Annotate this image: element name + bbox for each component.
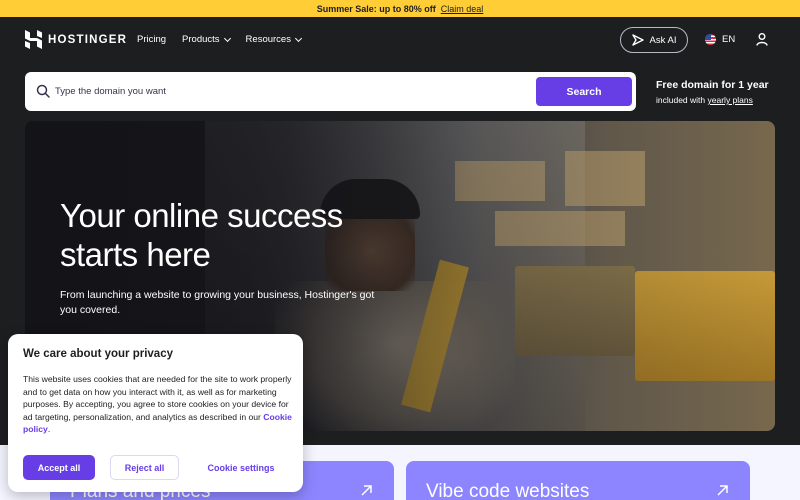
hero-subtitle: From launching a website to growing your…	[60, 289, 375, 316]
accept-all-button[interactable]: Accept all	[23, 455, 95, 480]
main-nav: Pricing Products Resources	[137, 17, 303, 62]
cookie-body-text: This website uses cookies that are neede…	[23, 374, 292, 422]
header: HOSTINGER Pricing Products Resources Ask…	[0, 17, 800, 62]
promo-text: Summer Sale: up to 80% off	[316, 3, 436, 14]
yearly-plans-link[interactable]: yearly plans	[708, 95, 753, 105]
cookie-settings-button[interactable]: Cookie settings	[198, 455, 284, 480]
cookie-title: We care about your privacy	[23, 348, 173, 360]
ask-ai-label: Ask AI	[649, 34, 677, 46]
arrow-up-right-icon	[361, 485, 372, 496]
domain-search-input[interactable]	[55, 80, 525, 103]
card-label: Vibe code websites	[426, 481, 590, 500]
ask-ai-button[interactable]: Ask AI	[620, 27, 688, 53]
free-domain-info: Free domain for 1 year included with yea…	[656, 79, 769, 105]
chevron-down-icon	[223, 34, 231, 42]
logo-text: HOSTINGER	[48, 33, 128, 46]
nav-products-label: Products	[182, 34, 220, 45]
search-icon	[36, 84, 50, 98]
nav-resources[interactable]: Resources	[245, 34, 303, 45]
language-label: EN	[722, 34, 736, 45]
domain-search-box: Search	[25, 72, 636, 111]
cookie-body: This website uses cookies that are neede…	[23, 373, 295, 436]
search-button[interactable]: Search	[536, 77, 632, 106]
cookie-consent-dialog: We care about your privacy This website …	[8, 334, 303, 492]
chevron-down-icon	[294, 34, 303, 42]
nav-products[interactable]: Products	[182, 34, 231, 45]
reject-all-button[interactable]: Reject all	[110, 455, 179, 480]
arrow-up-right-icon	[717, 485, 728, 496]
free-domain-subtitle: included with yearly plans	[656, 95, 769, 105]
nav-pricing[interactable]: Pricing	[137, 34, 166, 45]
hero-title: Your online success starts here	[60, 197, 343, 273]
logo[interactable]: HOSTINGER	[25, 30, 127, 49]
vibe-code-card[interactable]: Vibe code websites	[406, 461, 750, 500]
free-domain-prefix: included with	[656, 95, 708, 105]
hostinger-logo-icon	[25, 30, 42, 49]
us-flag-icon	[705, 34, 716, 45]
sparkle-icon	[631, 34, 644, 46]
nav-pricing-label: Pricing	[137, 34, 167, 45]
claim-deal-link[interactable]: Claim deal	[441, 4, 484, 14]
nav-resources-label: Resources	[245, 34, 291, 45]
cookie-body-end: .	[47, 424, 51, 434]
free-domain-title: Free domain for 1 year	[656, 79, 769, 91]
user-account-icon[interactable]	[756, 33, 768, 46]
promo-banner: Summer Sale: up to 80% off Claim deal	[0, 0, 800, 17]
language-selector[interactable]: EN	[705, 34, 735, 45]
